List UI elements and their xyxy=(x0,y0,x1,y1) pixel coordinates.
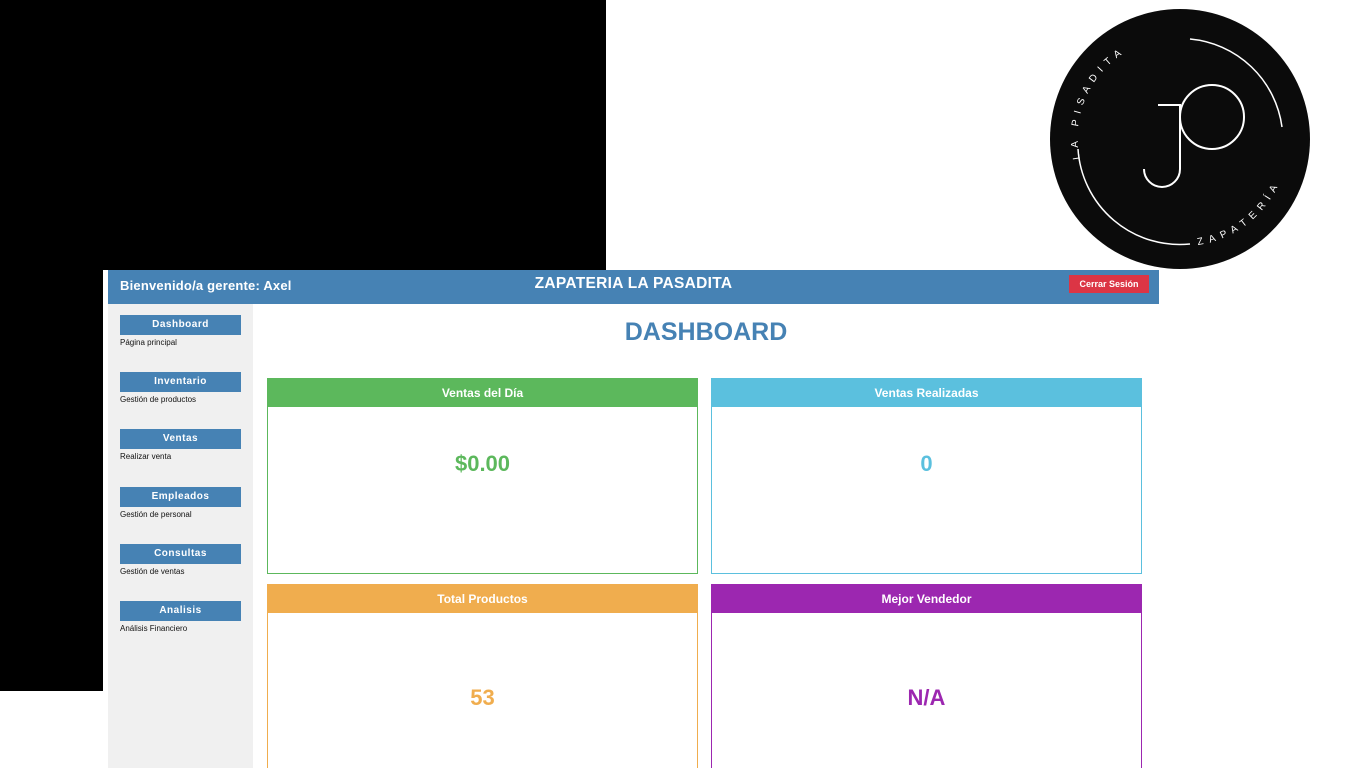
sidebar-desc-analisis: Análisis Financiero xyxy=(120,624,188,633)
sidebar-item-empleados: Empleados Gestión de personal xyxy=(120,487,241,519)
card-value-mejor-vendedor: N/A xyxy=(907,685,946,710)
app-title: ZAPATERIA LA PASADITA xyxy=(534,275,733,292)
sidebar-item-ventas: Ventas Realizar venta xyxy=(120,429,241,461)
sidebar-desc-empleados: Gestión de personal xyxy=(120,510,192,519)
top-bar: Bienvenido/a gerente: Axel ZAPATERIA LA … xyxy=(108,270,1159,304)
sidebar-item-dashboard: Dashboard Página principal xyxy=(120,315,241,347)
sidebar-button-consultas[interactable]: Consultas xyxy=(120,544,241,564)
card-value-ventas-realizadas: 0 xyxy=(920,451,933,476)
sidebar-desc-dashboard: Página principal xyxy=(120,338,177,347)
card-header-total-productos: Total Productos xyxy=(268,585,697,613)
card-total-productos: Total Productos 53 xyxy=(267,584,698,768)
sidebar-item-consultas: Consultas Gestión de ventas xyxy=(120,544,241,576)
card-header-ventas-realizadas: Ventas Realizadas xyxy=(712,379,1141,407)
sidebar-item-inventario: Inventario Gestión de productos xyxy=(120,372,241,404)
sidebar-desc-inventario: Gestión de productos xyxy=(120,395,197,404)
sidebar-button-empleados[interactable]: Empleados xyxy=(120,487,241,507)
sidebar-desc-ventas: Realizar venta xyxy=(120,452,172,461)
sidebar-button-analisis[interactable]: Analisis xyxy=(120,601,241,621)
page-title: DASHBOARD xyxy=(624,318,788,346)
card-value-ventas-del-dia: $0.00 xyxy=(454,451,511,476)
app-window: Bienvenido/a gerente: Axel ZAPATERIA LA … xyxy=(103,270,1159,768)
sidebar-button-dashboard[interactable]: Dashboard xyxy=(120,315,241,335)
card-mejor-vendedor: Mejor Vendedor N/A xyxy=(711,584,1142,768)
sidebar-item-analisis: Analisis Análisis Financiero xyxy=(120,601,241,633)
logout-button[interactable]: Cerrar Sesión xyxy=(1069,275,1149,293)
brand-logo: LA PISADITA ZAPATERÍA xyxy=(1050,9,1310,269)
card-ventas-del-dia: Ventas del Día $0.00 xyxy=(267,378,698,574)
main-content: DASHBOARD Ventas del Día $0.00 Ventas Re… xyxy=(253,304,1159,768)
card-value-total-productos: 53 xyxy=(470,685,495,710)
sidebar-button-inventario[interactable]: Inventario xyxy=(120,372,241,392)
sidebar-button-ventas[interactable]: Ventas xyxy=(120,429,241,449)
card-header-ventas-del-dia: Ventas del Día xyxy=(268,379,697,407)
card-ventas-realizadas: Ventas Realizadas 0 xyxy=(711,378,1142,574)
sidebar: Dashboard Página principal Inventario Ge… xyxy=(108,304,253,768)
card-header-mejor-vendedor: Mejor Vendedor xyxy=(712,585,1141,613)
sidebar-desc-consultas: Gestión de ventas xyxy=(120,567,185,576)
